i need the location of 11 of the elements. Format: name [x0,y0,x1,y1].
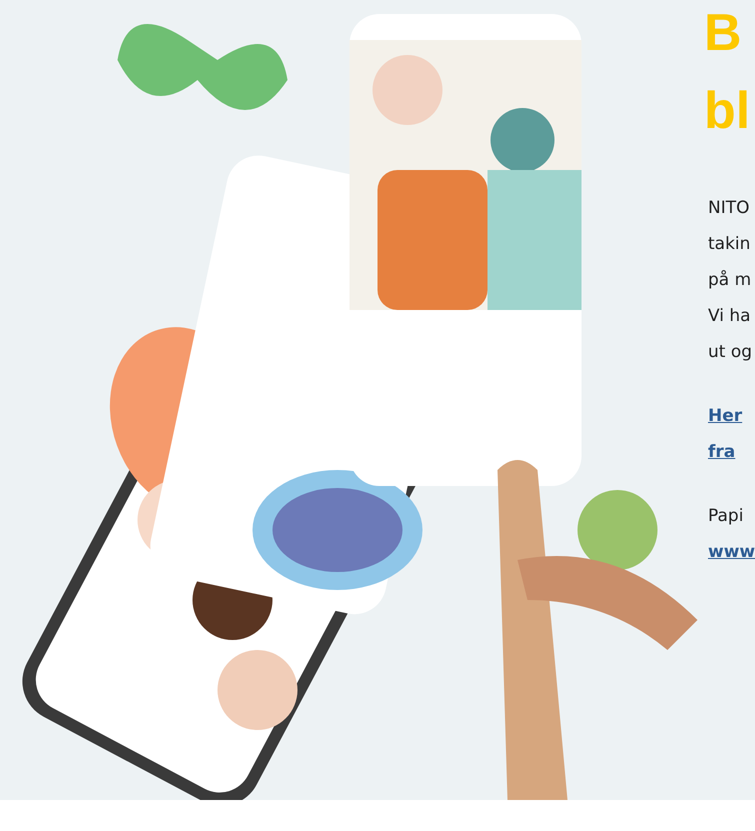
text-link[interactable]: www [708,542,755,562]
paragraph-text: på m [708,269,752,292]
paragraph-text: takin [708,233,752,256]
text-link[interactable]: fra [708,442,736,462]
paragraph-text: Papi [708,506,744,526]
heading-text: B [704,3,743,64]
paragraph-text: Vi ha [708,305,752,328]
paragraph-text: ut og [708,341,754,364]
text-link[interactable]: Her [708,406,742,426]
heading-text: bl [704,81,752,142]
paragraph-text: NITO [708,197,750,220]
